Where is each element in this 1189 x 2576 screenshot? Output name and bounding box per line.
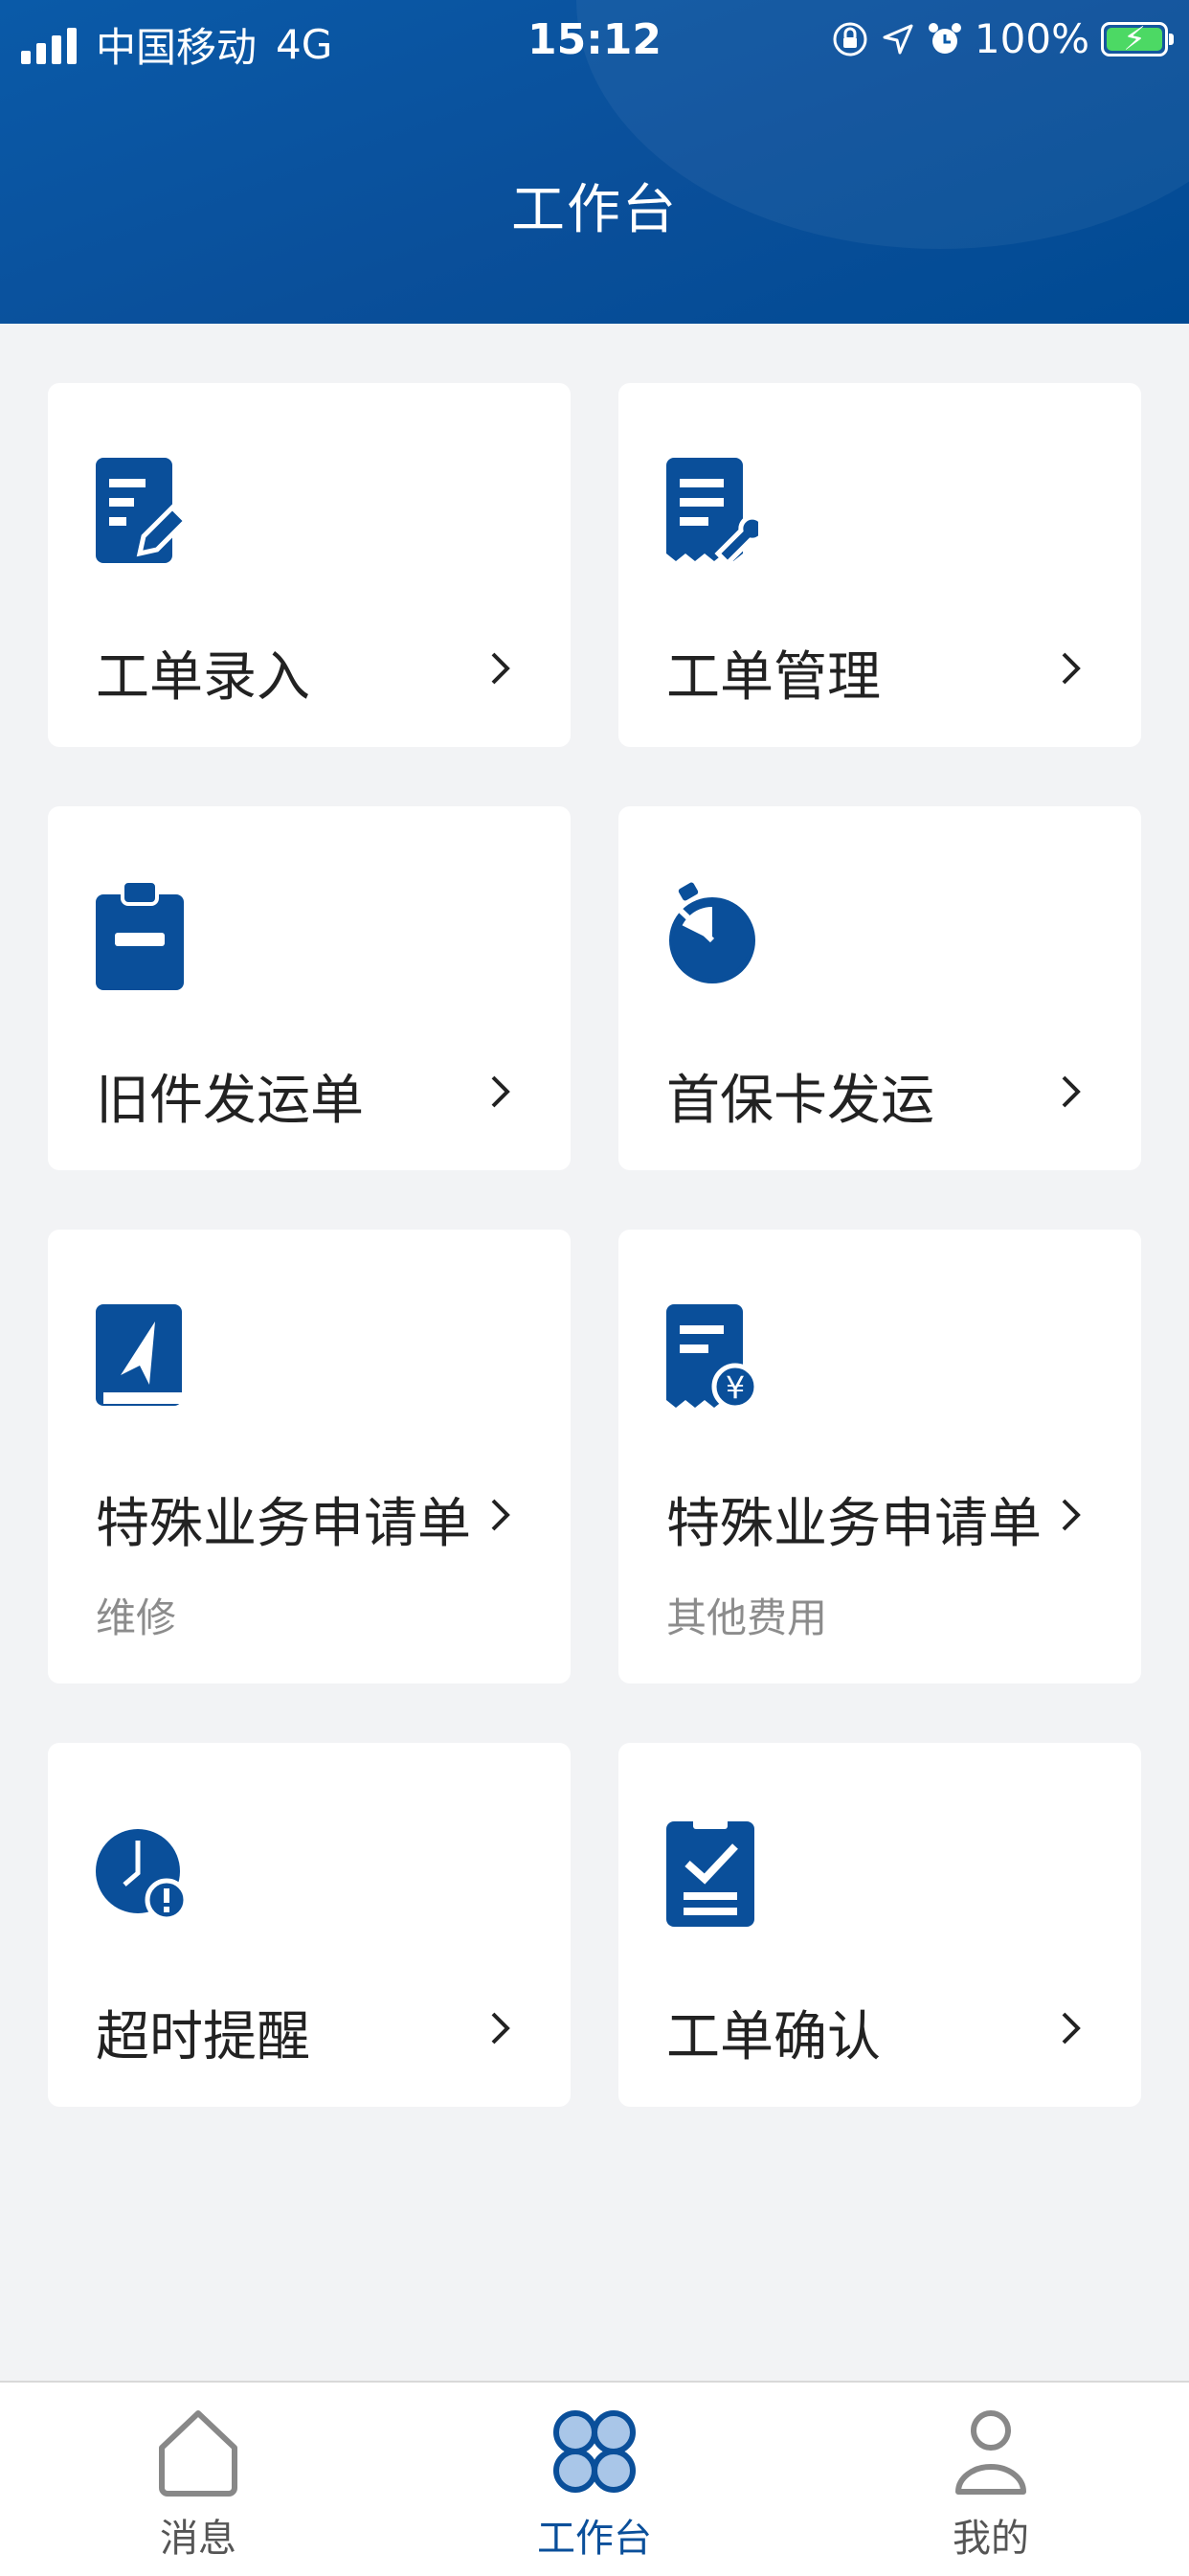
battery-icon: ⚡ [1101,21,1174,57]
card-old-parts-shipment[interactable]: 旧件发运单 [48,806,571,1170]
chevron-right-icon [1062,1075,1081,1108]
page-title: 工作台 [511,179,678,241]
chevron-right-icon [1062,652,1081,685]
clock-alert-icon [96,1829,188,1922]
card-label: 特殊业务申请单 [666,1493,1042,1555]
document-yuan-icon: ¥ [666,1304,758,1411]
tab-mine[interactable]: 我的 [793,2383,1189,2574]
card-first-maintenance-card-shipment[interactable]: 首保卡发运 [618,806,1141,1170]
edit-document-icon [96,458,188,563]
chevron-right-icon [491,652,510,685]
card-sublabel: 其他费用 [666,1594,828,1641]
svg-text:¥: ¥ [726,1369,745,1406]
tab-workbench[interactable]: 工作台 [396,2383,793,2574]
card-work-order-management[interactable]: 工单管理 [618,383,1141,747]
card-label: 特殊业务申请单 [96,1493,471,1555]
rotation-lock-icon [833,22,867,56]
card-label: 旧件发运单 [96,1070,364,1132]
book-navigation-icon [96,1304,182,1406]
card-label: 首保卡发运 [666,1070,934,1132]
card-label: 工单确认 [666,2006,881,2068]
card-timeout-reminder[interactable]: 超时提醒 [48,1743,571,2107]
clipboard-check-icon [666,1818,754,1927]
user-icon [955,2410,1026,2495]
chevron-right-icon [491,2012,510,2045]
stopwatch-icon [669,882,755,983]
home-icon [159,2410,237,2497]
card-label: 工单管理 [666,646,881,709]
location-arrow-icon [883,24,913,54]
card-label: 超时提醒 [96,2006,310,2068]
battery-percent: 100% [974,15,1089,62]
card-work-order-confirmation[interactable]: 工单确认 [618,1743,1141,2107]
card-label: 工单录入 [96,646,310,709]
alarm-icon [928,22,961,54]
tab-label: 我的 [953,2517,1029,2561]
chevron-right-icon [1062,1499,1081,1531]
document-wrench-icon [666,458,758,567]
card-sublabel: 维修 [96,1594,177,1641]
tab-label: 消息 [160,2517,236,2561]
tab-label: 工作台 [537,2517,652,2561]
chevron-right-icon [491,1499,510,1531]
clipboard-icon [96,881,184,990]
card-work-order-entry[interactable]: 工单录入 [48,383,571,747]
tab-messages[interactable]: 消息 [0,2383,396,2574]
status-right: 100% ⚡ [819,15,1174,62]
workbench-icon [553,2410,636,2493]
header: 中国移动 4G 15:12 100% ⚡ 工作台 [0,0,1189,324]
status-bar: 中国移动 4G 15:12 100% ⚡ [0,0,1189,80]
card-special-request-repair[interactable]: 特殊业务申请单 维修 [48,1230,571,1683]
chevron-right-icon [491,1075,510,1108]
chevron-right-icon [1062,2012,1081,2045]
tab-bar: 消息 工作台 我的 [0,2381,1189,2576]
card-special-request-other-fees[interactable]: ¥ 特殊业务申请单 其他费用 [618,1230,1141,1683]
